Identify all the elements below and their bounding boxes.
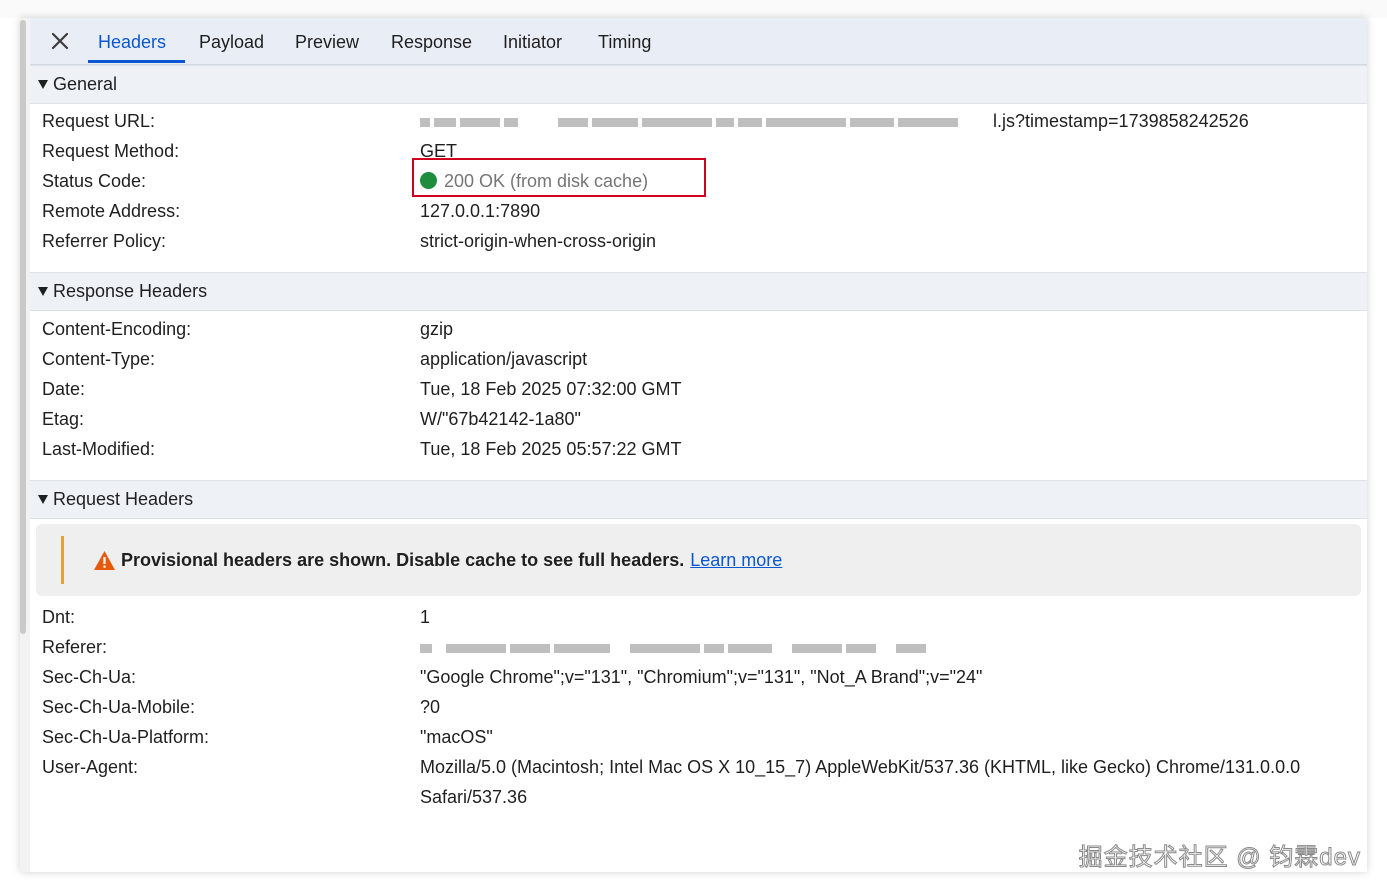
header-key: User-Agent: <box>42 757 139 777</box>
header-row-referer: Referer: <box>42 632 1362 662</box>
header-key: Sec-Ch-Ua-Mobile: <box>42 697 196 717</box>
warning-text: Provisional headers are shown. Disable c… <box>121 550 685 570</box>
header-row-content-type: Content-Type: application/javascript <box>42 344 1362 374</box>
provisional-headers-warning: Provisional headers are shown. Disable c… <box>36 524 1361 596</box>
header-key: Status Code: <box>42 171 147 191</box>
request-url-suffix: l.js?timestamp=1739858242526 <box>993 111 1249 131</box>
expand-triangle-icon <box>38 495 48 504</box>
tab-initiator[interactable]: Initiator <box>503 18 562 64</box>
header-value[interactable]: Mozilla/5.0 (Macintosh; Intel Mac OS X 1… <box>420 752 1300 782</box>
header-value[interactable]: 1 <box>420 602 430 632</box>
header-value[interactable]: Tue, 18 Feb 2025 07:32:00 GMT <box>420 374 682 404</box>
section-title: Response Headers <box>53 281 208 301</box>
header-value-line2[interactable]: Safari/537.36 <box>420 782 527 812</box>
header-row-sec-ch-ua-platform: Sec-Ch-Ua-Platform: "macOS" <box>42 722 1362 752</box>
tab-preview[interactable]: Preview <box>295 18 359 64</box>
section-response-headers-header[interactable]: Response Headers <box>30 272 1367 311</box>
section-request-headers-header[interactable]: Request Headers <box>30 480 1367 519</box>
section-title: General <box>53 74 118 94</box>
learn-more-link[interactable]: Learn more <box>690 550 782 570</box>
header-row-etag: Etag: W/"67b42142-1a80" <box>42 404 1362 434</box>
header-row-sec-ch-ua-mobile: Sec-Ch-Ua-Mobile: ?0 <box>42 692 1362 722</box>
header-key: Date: <box>42 379 86 399</box>
expand-triangle-icon <box>38 287 48 296</box>
watermark: 掘金技术社区 @ 钧霖dev <box>1078 844 1361 872</box>
tab-bar: Headers Payload Preview Response Initiat… <box>30 18 1367 65</box>
tab-timing[interactable]: Timing <box>598 18 651 64</box>
header-row-request-url: Request URL: l.js?timestamp=173985824252… <box>42 106 1362 136</box>
header-value[interactable]: strict-origin-when-cross-origin <box>420 226 656 256</box>
header-row-date: Date: Tue, 18 Feb 2025 07:32:00 GMT <box>42 374 1362 404</box>
warning-triangle-icon <box>93 550 116 571</box>
scrollbar-thumb[interactable] <box>20 20 26 634</box>
section-title: Request Headers <box>53 489 194 509</box>
header-value[interactable]: ?0 <box>420 692 440 722</box>
header-row-user-agent-continued: Safari/537.36 <box>42 782 1362 812</box>
header-row-last-modified: Last-Modified: Tue, 18 Feb 2025 05:57:22… <box>42 434 1362 464</box>
expand-triangle-icon <box>38 80 48 89</box>
close-icon[interactable] <box>50 31 70 51</box>
left-scrollbar-track[interactable] <box>20 18 30 872</box>
redacted-referer-blur <box>420 637 930 657</box>
header-value[interactable]: Tue, 18 Feb 2025 05:57:22 GMT <box>420 434 682 464</box>
header-key: Dnt: <box>42 607 76 627</box>
header-row-content-encoding: Content-Encoding: gzip <box>42 314 1362 344</box>
header-value[interactable]: application/javascript <box>420 344 587 374</box>
background-top <box>0 0 1387 18</box>
header-key: Referer: <box>42 637 108 657</box>
header-key: Last-Modified: <box>42 439 156 459</box>
devtools-network-panel: Headers Payload Preview Response Initiat… <box>20 18 1367 872</box>
section-general-header[interactable]: General <box>30 65 1367 104</box>
header-row-sec-ch-ua: Sec-Ch-Ua: "Google Chrome";v="131", "Chr… <box>42 662 1362 692</box>
header-key: Referrer Policy: <box>42 231 167 251</box>
header-row-dnt: Dnt: 1 <box>42 602 1362 632</box>
header-value[interactable]: "macOS" <box>420 722 493 752</box>
header-value[interactable]: W/"67b42142-1a80" <box>420 404 581 434</box>
header-value[interactable]: "Google Chrome";v="131", "Chromium";v="1… <box>420 662 982 692</box>
header-key: Sec-Ch-Ua: <box>42 667 137 687</box>
header-key: Remote Address: <box>42 201 181 221</box>
tab-response[interactable]: Response <box>391 18 472 64</box>
header-value[interactable]: gzip <box>420 314 453 344</box>
redacted-url-blur <box>420 111 993 131</box>
status-highlight-box <box>412 158 706 197</box>
header-key: Sec-Ch-Ua-Platform: <box>42 727 210 747</box>
header-key: Etag: <box>42 409 85 429</box>
header-value[interactable]: l.js?timestamp=1739858242526 <box>420 106 1249 136</box>
header-value[interactable]: 127.0.0.1:7890 <box>420 196 540 226</box>
active-tab-indicator <box>88 60 185 63</box>
tab-payload[interactable]: Payload <box>199 18 264 64</box>
header-row-user-agent: User-Agent: Mozilla/5.0 (Macintosh; Inte… <box>42 752 1362 782</box>
header-key: Request Method: <box>42 141 180 161</box>
header-key: Request URL: <box>42 111 156 131</box>
header-key: Content-Type: <box>42 349 156 369</box>
header-row-referrer-policy: Referrer Policy: strict-origin-when-cros… <box>42 226 1362 256</box>
header-value[interactable] <box>420 632 930 662</box>
warning-accent-bar <box>61 536 64 584</box>
tab-headers[interactable]: Headers <box>98 18 166 64</box>
warning-message: Provisional headers are shown. Disable c… <box>121 524 782 596</box>
header-key: Content-Encoding: <box>42 319 192 339</box>
header-row-remote-address: Remote Address: 127.0.0.1:7890 <box>42 196 1362 226</box>
